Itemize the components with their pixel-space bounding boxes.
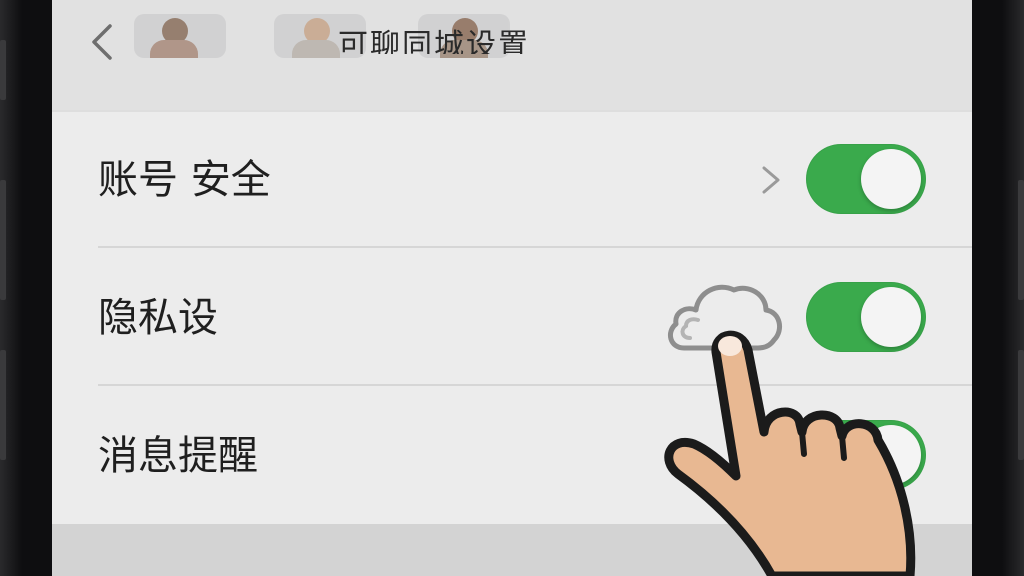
page-title: 可聊同城设置 bbox=[338, 28, 530, 54]
nav-bar: 可聊同城设置 bbox=[52, 0, 972, 110]
chevron-right-icon bbox=[762, 166, 780, 194]
side-button bbox=[0, 350, 6, 460]
side-button bbox=[1018, 180, 1024, 300]
toggle-knob bbox=[861, 149, 921, 209]
row-label: 账号 安全 bbox=[98, 157, 271, 203]
chevron-left-icon[interactable] bbox=[84, 22, 124, 62]
phone-frame: 可聊同城设置 账号 安全 隐私设 消息提醒 bbox=[0, 0, 1024, 576]
row-label: 消息提醒 bbox=[98, 433, 258, 479]
divider bbox=[98, 246, 972, 248]
pointing-hand-icon bbox=[664, 330, 916, 576]
side-button bbox=[0, 180, 6, 300]
side-button bbox=[1018, 350, 1024, 460]
row-label: 隐私设 bbox=[98, 295, 218, 341]
account-security-toggle[interactable] bbox=[806, 144, 926, 214]
side-button bbox=[0, 40, 6, 100]
settings-row-account-security[interactable]: 账号 安全 bbox=[52, 112, 972, 246]
phone-screen: 可聊同城设置 账号 安全 隐私设 消息提醒 bbox=[52, 0, 972, 576]
blurred-photo-thumbnail bbox=[134, 14, 226, 58]
